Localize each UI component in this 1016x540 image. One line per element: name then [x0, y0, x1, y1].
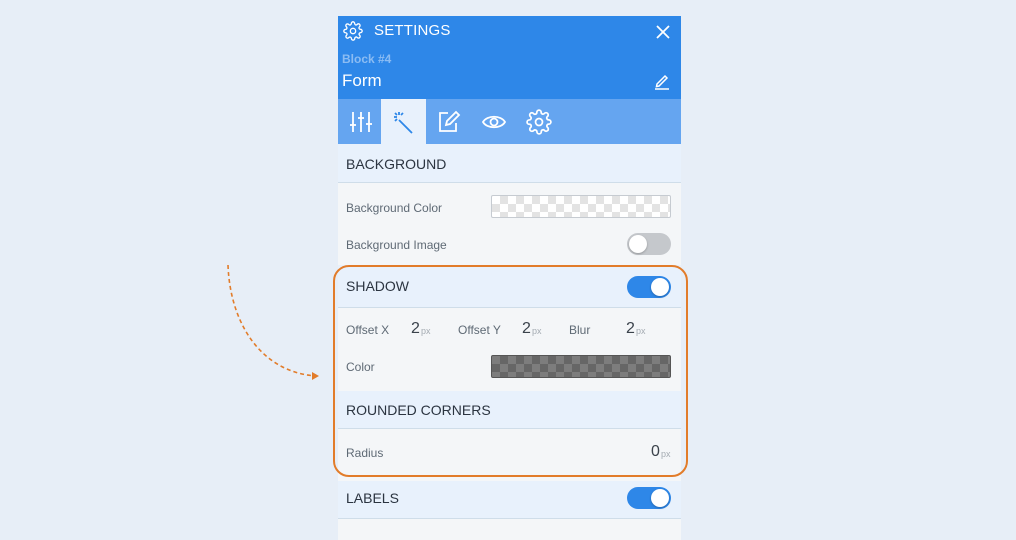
rounded-corners-section-header: ROUNDED CORNERS [338, 391, 681, 429]
shadow-color-swatch[interactable] [491, 355, 671, 378]
toggle-knob [629, 235, 647, 253]
blur-value[interactable]: 2 [626, 320, 635, 338]
rounded-corners-heading: ROUNDED CORNERS [346, 402, 491, 418]
labels-heading: LABELS [346, 490, 399, 506]
shadow-section: Offset X 2 px Offset Y 2 px Blur 2 px Co… [338, 308, 681, 391]
panel-header: SETTINGS Block #4 Form [338, 16, 681, 99]
close-icon[interactable] [654, 23, 672, 41]
panel-title: SETTINGS [374, 22, 451, 39]
sliders-icon [349, 111, 372, 132]
callout-arrow [227, 264, 319, 380]
tab-layout[interactable] [338, 99, 383, 144]
radius-unit: px [661, 449, 671, 459]
shadow-heading: SHADOW [346, 278, 409, 294]
offset-x-label: Offset X [346, 323, 390, 337]
offset-x-unit: px [421, 326, 431, 336]
radius-label: Radius [346, 446, 384, 460]
radius-value[interactable]: 0 [651, 443, 660, 461]
gear-icon [525, 108, 552, 135]
tab-styles[interactable] [381, 99, 426, 144]
shadow-color-label: Color [346, 360, 375, 374]
shadow-section-header: SHADOW [338, 265, 681, 308]
offset-y-label: Offset Y [458, 323, 501, 337]
shadow-toggle[interactable] [627, 276, 671, 298]
toggle-knob [651, 278, 669, 296]
background-image-label: Background Image [346, 238, 447, 252]
block-id: Block #4 [342, 52, 392, 66]
tab-visibility[interactable] [471, 99, 516, 144]
background-section: Background Color Background Image [338, 183, 681, 265]
edit-icon [438, 110, 460, 132]
blur-label: Blur [569, 323, 591, 337]
background-color-swatch[interactable] [491, 195, 671, 218]
background-color-label: Background Color [346, 201, 443, 215]
labels-section-header: LABELS [338, 481, 681, 519]
magic-wand-icon [393, 111, 413, 134]
pencil-icon[interactable] [653, 72, 671, 90]
blur-unit: px [636, 326, 646, 336]
gear-icon [343, 21, 363, 41]
settings-panel: SETTINGS Block #4 Form BACKGROUND Backgr… [338, 16, 681, 540]
block-name: Form [342, 71, 382, 90]
background-heading: BACKGROUND [346, 156, 447, 172]
background-section-header: BACKGROUND [338, 144, 681, 183]
eye-icon [481, 115, 506, 128]
labels-toggle[interactable] [627, 487, 671, 509]
offset-x-value[interactable]: 2 [411, 320, 420, 338]
rounded-corners-section: Radius 0 px [338, 429, 681, 481]
tab-settings[interactable] [516, 99, 561, 144]
tab-edit[interactable] [426, 99, 471, 144]
tab-bar [338, 99, 681, 144]
offset-y-value[interactable]: 2 [522, 320, 531, 338]
toggle-knob [651, 489, 669, 507]
offset-y-unit: px [532, 326, 542, 336]
background-image-toggle[interactable] [627, 233, 671, 255]
